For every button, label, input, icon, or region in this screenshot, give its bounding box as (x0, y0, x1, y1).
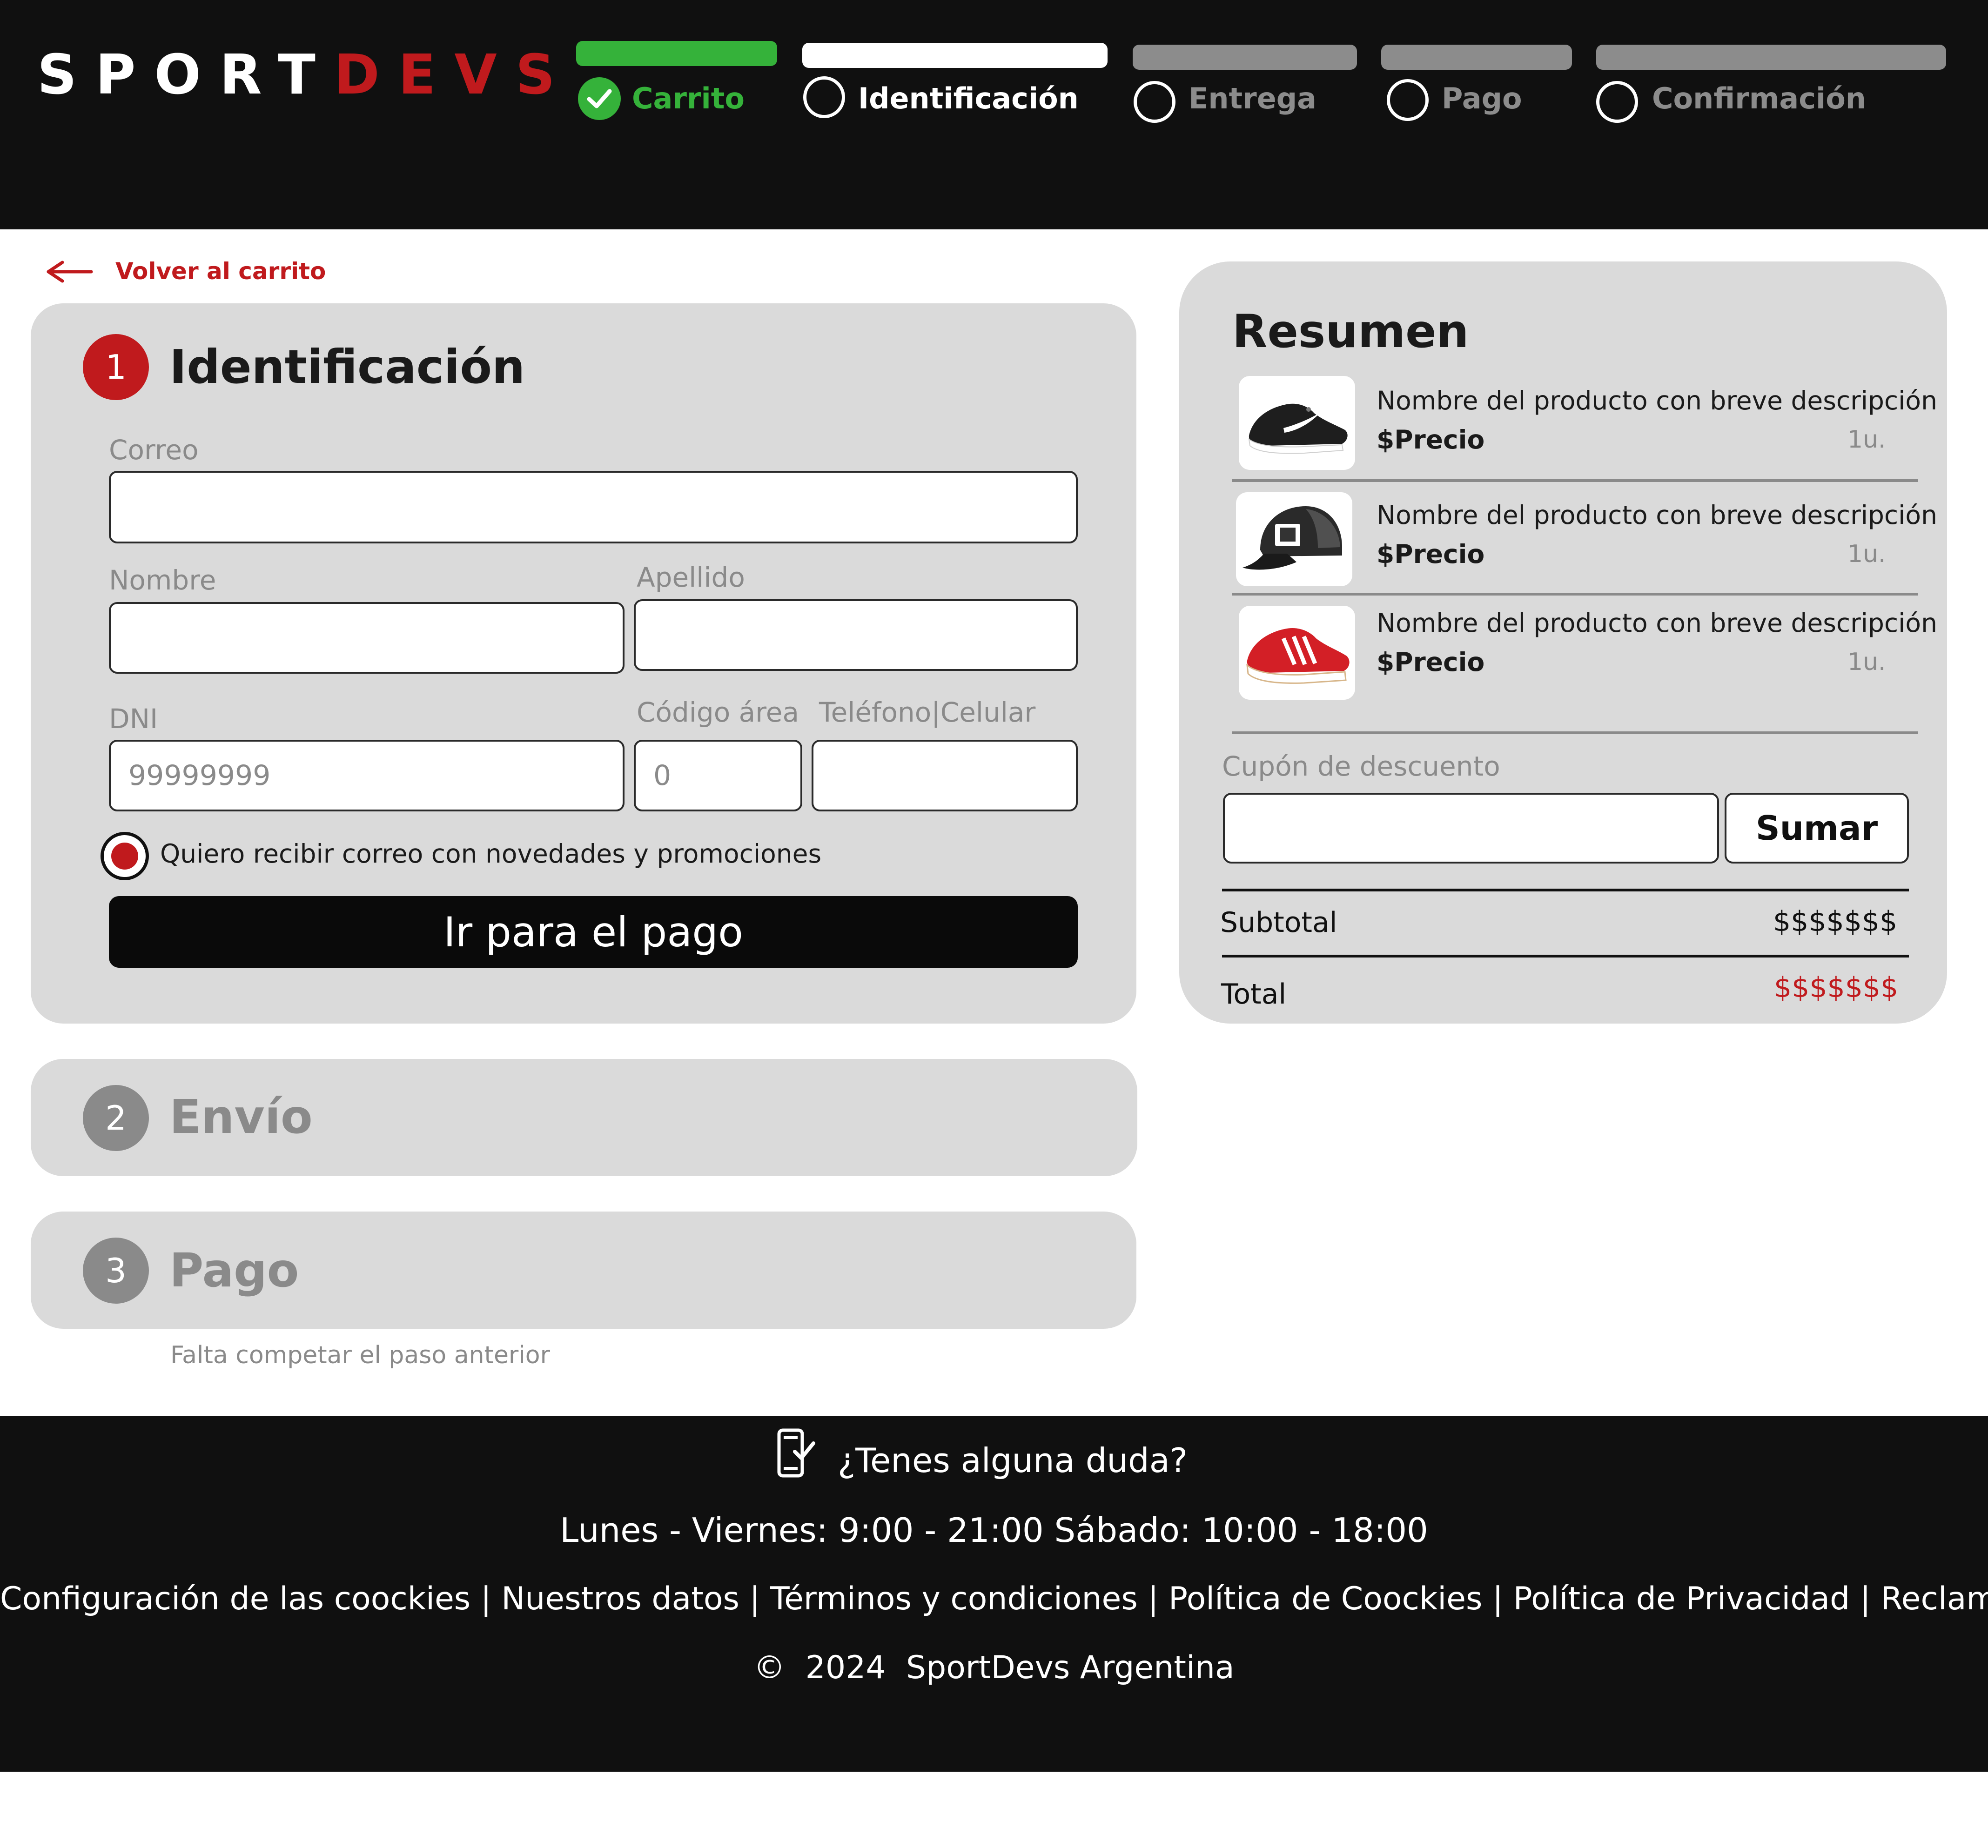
progress-bar-entrega (1133, 45, 1357, 70)
sneaker-black-icon (1239, 376, 1355, 470)
total-value: $$$$$$$ (1774, 971, 1899, 1004)
radio-dot-icon (111, 843, 138, 870)
envio-title: Envío (169, 1090, 313, 1144)
logo-devs: DEVS (334, 42, 574, 107)
divider (1232, 731, 1918, 734)
correo-input[interactable] (109, 471, 1078, 543)
codigo-area-input[interactable] (634, 740, 802, 811)
footer-question: ¿Tenes alguna duda? (838, 1441, 1188, 1480)
step-identificacion[interactable]: Identificación (858, 80, 1079, 117)
correo-label: Correo (109, 434, 199, 466)
copyright-year: 2024 (805, 1649, 886, 1686)
apellido-input[interactable] (634, 599, 1078, 671)
footer-link-nuestros-datos[interactable]: Nuestros datos (501, 1580, 739, 1617)
item-price: $Precio (1377, 539, 1485, 569)
coupon-input[interactable] (1223, 793, 1719, 864)
step-pago[interactable]: Pago (1442, 80, 1522, 117)
resumen-title: Resumen (1232, 305, 1469, 358)
sneaker-red-icon (1239, 606, 1355, 700)
dni-label: DNI (109, 703, 158, 735)
step-entrega[interactable]: Entrega (1189, 80, 1316, 117)
codigo-area-label: Código área (637, 696, 799, 728)
item-name: Nombre del producto con breve descripció… (1377, 500, 1937, 530)
footer-links: Configuración de las coockies | Nuestros… (0, 1578, 1988, 1620)
item-qty: 1u. (1847, 540, 1886, 568)
separator: | (749, 1580, 760, 1617)
separator: | (480, 1580, 491, 1617)
divider (1222, 889, 1909, 891)
copyright-company: SportDevs Argentina (906, 1649, 1235, 1686)
step-carrito[interactable]: Carrito (632, 80, 745, 117)
pago-title: Pago (169, 1243, 299, 1298)
pago-note: Falta competar el paso anterior (170, 1341, 550, 1369)
circle-icon (1134, 81, 1175, 123)
ir-para-el-pago-button[interactable]: Ir para el pago (109, 896, 1078, 968)
logo[interactable]: SPORTDEVS (37, 42, 574, 107)
step-number-badge: 1 (83, 334, 149, 400)
separator: | (1148, 1580, 1159, 1617)
footer-link-reclamos[interactable]: Reclamos (1881, 1580, 1988, 1617)
separator: | (1860, 1580, 1871, 1617)
coupon-label: Cupón de descuento (1222, 750, 1500, 782)
progress-bar-pago (1381, 45, 1572, 70)
footer-link-privacidad[interactable]: Política de Privacidad (1513, 1580, 1850, 1617)
sumar-button[interactable]: Sumar (1725, 793, 1909, 864)
logo-sport: SPORT (37, 42, 334, 107)
item-price: $Precio (1377, 425, 1485, 455)
subtotal-label: Subtotal (1220, 906, 1337, 939)
circle-icon (1387, 79, 1429, 121)
footer-link-cookies-config[interactable]: Configuración de las coockies (0, 1580, 470, 1617)
header: SPORTDEVS Carrito Identificación Entrega… (0, 0, 1988, 229)
progress-bar-identificacion (802, 43, 1108, 68)
cap-black-icon (1236, 492, 1352, 586)
footer-link-politica-cookies[interactable]: Política de Coockies (1169, 1580, 1482, 1617)
item-name: Nombre del producto con breve descripció… (1377, 386, 1937, 415)
identificacion-title: Identificación (169, 340, 525, 394)
circle-icon (803, 76, 845, 118)
phone-check-icon (776, 1427, 815, 1480)
telefono-label: Teléfono|Celular (819, 696, 1036, 728)
step-number-badge: 3 (83, 1238, 149, 1304)
progress-bar-confirmacion (1596, 45, 1946, 70)
item-name: Nombre del producto con breve descripció… (1377, 608, 1937, 638)
copyright-icon: © (753, 1649, 786, 1686)
nombre-label: Nombre (109, 564, 216, 596)
nombre-input[interactable] (109, 602, 625, 674)
check-icon (578, 77, 621, 120)
total-label: Total (1221, 978, 1287, 1011)
back-to-cart-link[interactable]: Volver al carrito (115, 255, 326, 288)
item-qty: 1u. (1847, 426, 1886, 454)
divider (1232, 479, 1918, 482)
item-price: $Precio (1377, 647, 1485, 677)
telefono-input[interactable] (812, 740, 1078, 811)
divider (1222, 955, 1909, 957)
divider (1232, 593, 1918, 596)
step-number-badge: 2 (83, 1085, 149, 1151)
footer-link-terminos[interactable]: Términos y condiciones (770, 1580, 1138, 1617)
footer-copyright: © 2024 SportDevs Argentina (0, 1647, 1988, 1689)
dni-input[interactable] (109, 740, 625, 811)
step-confirmacion[interactable]: Confirmación (1652, 80, 1866, 117)
newsletter-radio[interactable] (101, 832, 149, 880)
circle-icon (1596, 81, 1638, 123)
apellido-label: Apellido (637, 562, 745, 593)
subtotal-value: $$$$$$$ (1773, 905, 1898, 938)
item-qty: 1u. (1847, 648, 1886, 676)
arrow-left-icon[interactable] (46, 261, 93, 283)
newsletter-label: Quiero recibir correo con novedades y pr… (160, 839, 822, 869)
footer-hours: Lunes - Viernes: 9:00 - 21:00 Sábado: 10… (560, 1511, 1428, 1550)
separator: | (1492, 1580, 1503, 1617)
progress-bar-carrito (576, 41, 777, 66)
